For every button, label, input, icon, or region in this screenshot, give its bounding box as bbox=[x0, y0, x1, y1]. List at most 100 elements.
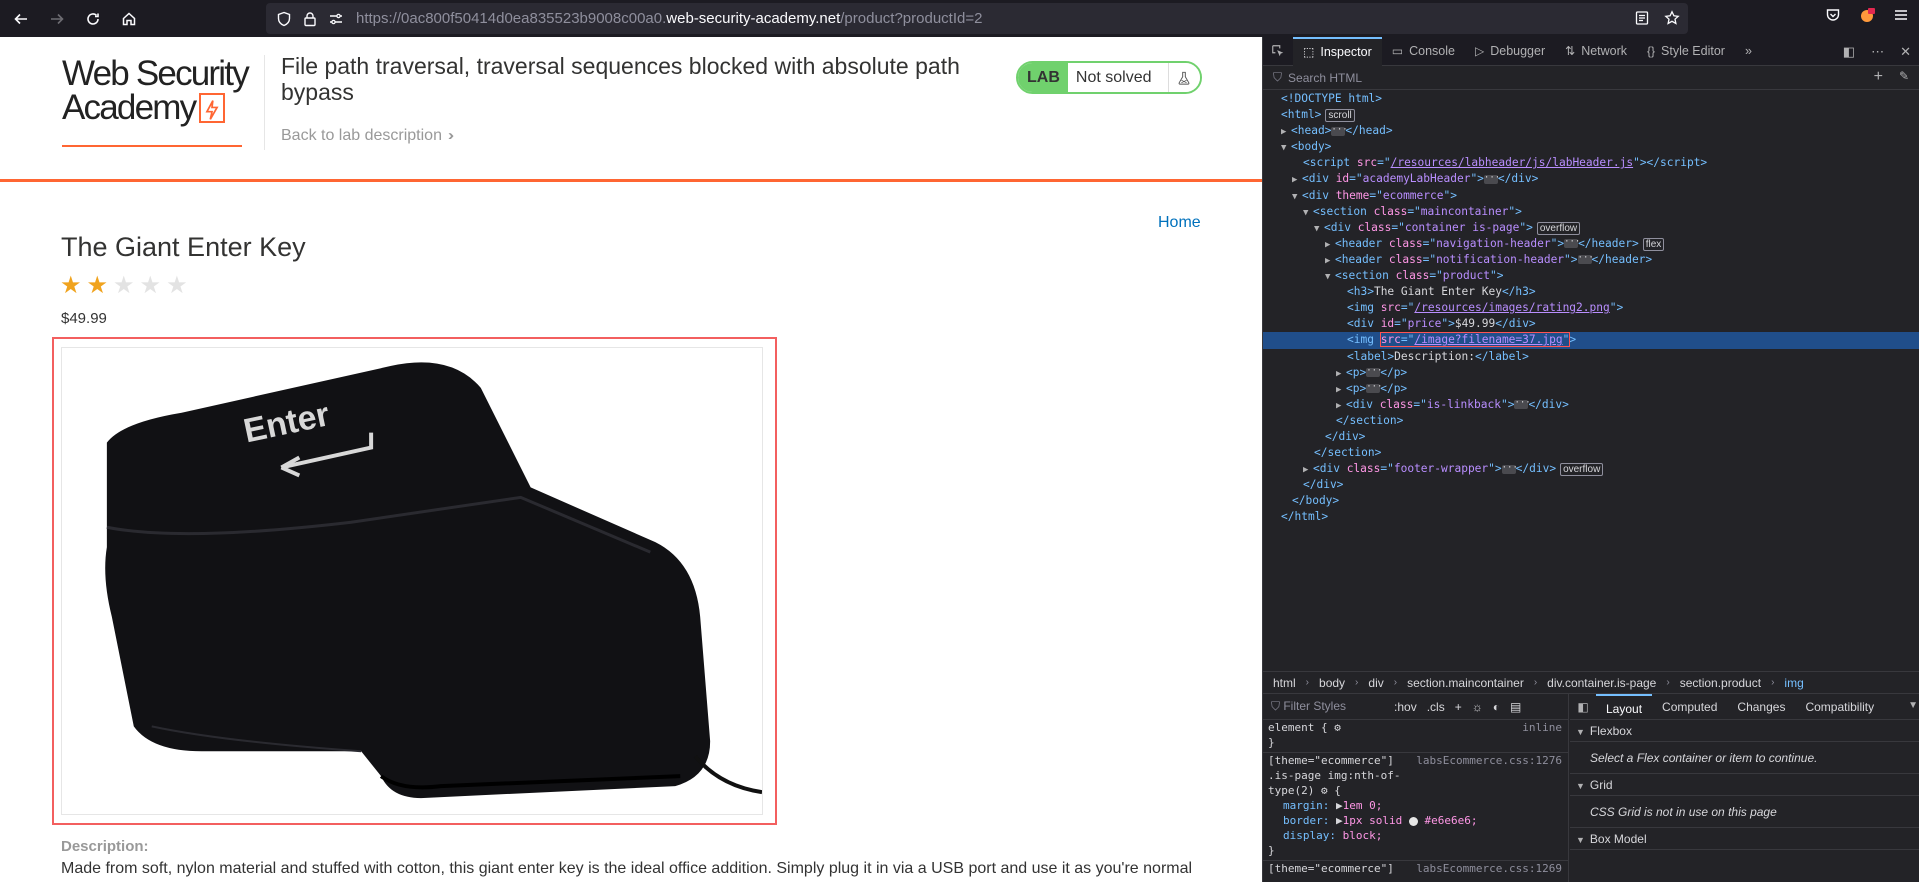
markup-row[interactable]: </div> bbox=[1263, 477, 1919, 493]
markup-row[interactable]: </section> bbox=[1263, 413, 1919, 429]
menu-icon[interactable] bbox=[1893, 7, 1909, 28]
permissions-icon[interactable] bbox=[328, 11, 344, 27]
markup-row[interactable]: ▶ <header class="navigation-header">···</… bbox=[1263, 236, 1919, 252]
markup-row[interactable]: ▶ <div class="is-linkback">···</div> bbox=[1263, 397, 1919, 413]
box-model-section-header[interactable]: ▼ Box Model bbox=[1570, 828, 1919, 850]
tab-network[interactable]: ⇅ Network bbox=[1555, 37, 1637, 66]
color-swatch[interactable] bbox=[1408, 816, 1418, 826]
markup-row[interactable]: ▼ <div theme="ecommerce"> bbox=[1263, 188, 1919, 204]
more-tabs-icon[interactable]: » bbox=[1735, 37, 1762, 66]
breadcrumb-item[interactable]: div.container.is-page bbox=[1547, 676, 1656, 690]
rule3-source[interactable]: labsEcommerce.css:1269 bbox=[1416, 861, 1562, 876]
rule2-source[interactable]: labsEcommerce.css:1276 bbox=[1416, 753, 1562, 768]
tab-computed[interactable]: Computed bbox=[1652, 694, 1727, 720]
markup-row[interactable]: <div id="price">$49.99</div> bbox=[1263, 316, 1919, 332]
breadcrumb-item[interactable]: body bbox=[1319, 676, 1345, 690]
markup-row[interactable]: ▼ <section class="maincontainer"> bbox=[1263, 204, 1919, 220]
add-node-icon[interactable]: + bbox=[1874, 68, 1883, 86]
breadcrumb-separator-icon: › bbox=[1355, 677, 1359, 688]
rule3-selector-line: [theme="ecommerce"] labsEcommerce.css:126… bbox=[1263, 861, 1568, 876]
back-to-lab-description-link[interactable]: Back to lab description ›› bbox=[281, 127, 454, 145]
layout-sidebar: ◧ Layout Computed Changes Compatibility … bbox=[1570, 693, 1919, 882]
style-editor-icon: {} bbox=[1647, 44, 1656, 58]
breadcrumb-item[interactable]: html bbox=[1273, 676, 1296, 690]
rule1-selector: element { bbox=[1268, 721, 1328, 734]
tab-changes[interactable]: Changes bbox=[1727, 694, 1795, 720]
home-link[interactable]: Home bbox=[1158, 214, 1201, 232]
rule-declaration[interactable]: margin: ▶1em 0; bbox=[1263, 798, 1568, 813]
markup-row[interactable]: ▶ <p>···</p> bbox=[1263, 365, 1919, 381]
markup-row[interactable]: <h3>The Giant Enter Key</h3> bbox=[1263, 284, 1919, 300]
breadcrumb-item[interactable]: img bbox=[1784, 676, 1803, 690]
tab-layout[interactable]: Layout bbox=[1596, 693, 1653, 720]
markup-row-selected[interactable]: <img src="/image?filename=37.jpg"> bbox=[1263, 332, 1919, 349]
markup-row[interactable]: <img src="/resources/images/rating2.png"… bbox=[1263, 300, 1919, 316]
forward-arrow-icon[interactable] bbox=[42, 4, 72, 34]
markup-row[interactable]: ▼ <body> bbox=[1263, 139, 1919, 155]
cls-button[interactable]: .cls bbox=[1427, 700, 1445, 714]
header-divider bbox=[264, 55, 265, 150]
toggle-sidebar-icon[interactable]: ◧ bbox=[1570, 700, 1596, 714]
markup-row[interactable]: ▶ <p>···</p> bbox=[1263, 381, 1919, 397]
markup-row[interactable]: </section> bbox=[1263, 445, 1919, 461]
markup-row[interactable]: <!DOCTYPE html> bbox=[1263, 91, 1919, 107]
markup-row[interactable]: ▶ <div id="academyLabHeader">···</div> bbox=[1263, 171, 1919, 187]
markup-row[interactable]: ▶ <header class="notification-header">···… bbox=[1263, 252, 1919, 268]
tab-inspector[interactable]: ⬚ Inspector bbox=[1293, 36, 1382, 66]
markup-row[interactable]: </html> bbox=[1263, 509, 1919, 525]
markup-row[interactable]: ▶ <div class="footer-wrapper">···</div> ov… bbox=[1263, 461, 1919, 477]
url-text[interactable]: https://0ac800f50414d0ea835523b9008c00a0… bbox=[356, 10, 982, 27]
reader-view-icon[interactable] bbox=[1634, 10, 1650, 31]
val-display: block; bbox=[1342, 829, 1383, 842]
gear-icon[interactable]: ⚙ bbox=[1321, 784, 1328, 797]
markup-row[interactable]: ▶ <head>···</head> bbox=[1263, 123, 1919, 139]
devtools-options-icon[interactable]: ⋯ bbox=[1871, 44, 1884, 60]
markup-row[interactable]: </body> bbox=[1263, 493, 1919, 509]
dark-mode-icon[interactable]: ◐ bbox=[1493, 700, 1500, 714]
breadcrumb-separator-icon: › bbox=[1771, 677, 1775, 688]
browser-toolbar: https://0ac800f50414d0ea835523b9008c00a0… bbox=[0, 0, 1919, 37]
bookmark-star-icon[interactable] bbox=[1664, 10, 1680, 31]
shield-icon[interactable] bbox=[276, 11, 292, 27]
element-picker-icon[interactable] bbox=[1263, 37, 1293, 66]
rule-declaration[interactable]: border: ▶1px solid #e6e6e6; bbox=[1263, 813, 1568, 828]
chevron-down-icon[interactable]: ▼ bbox=[1908, 700, 1918, 711]
markup-row[interactable]: ▼ <div class="container is-page"> overflow bbox=[1263, 220, 1919, 236]
print-media-icon[interactable]: ▤ bbox=[1510, 700, 1521, 714]
close-devtools-icon[interactable]: ✕ bbox=[1900, 44, 1911, 60]
tab-compatibility[interactable]: Compatibility bbox=[1795, 694, 1884, 720]
dock-side-icon[interactable]: ◧ bbox=[1843, 44, 1855, 60]
breadcrumb-item[interactable]: section.product bbox=[1680, 676, 1761, 690]
breadcrumb-item[interactable]: div bbox=[1368, 676, 1383, 690]
tab-debugger[interactable]: ▷ Debugger bbox=[1465, 37, 1555, 66]
markup-row[interactable]: <script src="/resources/labheader/js/lab… bbox=[1263, 155, 1919, 171]
reload-icon[interactable] bbox=[78, 4, 108, 34]
tab-style-editor[interactable]: {} Style Editor bbox=[1637, 37, 1735, 66]
html-search-bar[interactable]: ⛉ Search HTML + ✎ bbox=[1263, 66, 1919, 90]
star-icon: ★ bbox=[60, 272, 82, 299]
eyedropper-icon[interactable]: ✎ bbox=[1899, 69, 1909, 83]
grid-section-header[interactable]: ▼ Grid bbox=[1570, 774, 1919, 796]
markup-row[interactable]: ▼ <section class="product"> bbox=[1263, 268, 1919, 284]
extension-icon[interactable] bbox=[1859, 7, 1875, 28]
markup-row[interactable]: <label>Description:</label> bbox=[1263, 349, 1919, 365]
flexbox-section-header[interactable]: ▼ Flexbox bbox=[1570, 720, 1919, 742]
markup-row[interactable]: </div> bbox=[1263, 429, 1919, 445]
gear-icon[interactable]: ⚙ bbox=[1334, 721, 1341, 734]
rule1-source[interactable]: inline bbox=[1522, 720, 1562, 735]
address-bar[interactable]: https://0ac800f50414d0ea835523b9008c00a0… bbox=[266, 3, 1688, 34]
add-rule-icon[interactable]: + bbox=[1455, 700, 1462, 714]
home-icon[interactable] bbox=[114, 4, 144, 34]
light-mode-icon[interactable]: ☼ bbox=[1472, 700, 1483, 714]
filter-styles-input[interactable]: ⛉ Filter Styles bbox=[1271, 699, 1346, 714]
tab-console[interactable]: ▭ Console bbox=[1382, 37, 1465, 66]
web-security-academy-logo[interactable]: Web Security Academy bbox=[62, 56, 262, 147]
back-arrow-icon[interactable] bbox=[6, 4, 36, 34]
rule-declaration[interactable]: display: block; bbox=[1263, 828, 1568, 843]
pocket-icon[interactable] bbox=[1825, 7, 1841, 28]
markup-row[interactable]: <html> scroll bbox=[1263, 107, 1919, 123]
lock-icon[interactable] bbox=[302, 11, 318, 27]
breadcrumb-item[interactable]: section.maincontainer bbox=[1407, 676, 1524, 690]
hov-button[interactable]: :hov bbox=[1394, 700, 1417, 714]
flask-icon[interactable] bbox=[1167, 63, 1200, 92]
